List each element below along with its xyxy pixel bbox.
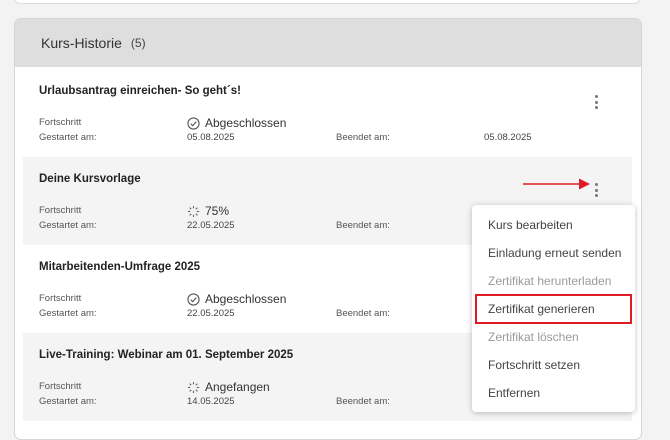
progress-status: 75% [187, 204, 229, 218]
menu-item-edit-course[interactable]: Kurs bearbeiten [488, 218, 573, 232]
started-label: Gestartet am: [39, 308, 97, 319]
started-date: 22.05.2025 [187, 308, 235, 319]
course-title: Mitarbeitenden-Umfrage 2025 [39, 261, 201, 273]
started-date: 22.05.2025 [187, 220, 235, 231]
started-label: Gestartet am: [39, 132, 97, 143]
ended-label: Beendet am: [336, 396, 390, 407]
course-title: Deine Kursvorlage [39, 173, 141, 185]
menu-item-remove[interactable]: Entfernen [488, 386, 540, 400]
ended-label: Beendet am: [336, 132, 390, 143]
progress-label: Fortschritt [39, 381, 82, 392]
spinner-icon [187, 205, 200, 217]
started-label: Gestartet am: [39, 220, 97, 231]
annotation-arrow-icon [523, 178, 590, 190]
course-title: Urlaubsantrag einreichen- So geht´s! [39, 85, 241, 97]
course-row: Urlaubsantrag einreichen- So geht´s! For… [23, 69, 632, 157]
status-text: Abgeschlossen [205, 116, 287, 130]
menu-item-set-progress[interactable]: Fortschritt setzen [488, 358, 580, 372]
started-date: 05.08.2025 [187, 132, 235, 143]
progress-status: Abgeschlossen [187, 292, 286, 306]
progress-label: Fortschritt [39, 205, 82, 216]
ended-date: 05.08.2025 [484, 132, 532, 143]
menu-item-download-certificate[interactable]: Zertifikat herunterladen [488, 274, 611, 288]
spinner-icon [187, 381, 200, 393]
menu-item-delete-certificate[interactable]: Zertifikat löschen [488, 330, 579, 344]
status-text: Angefangen [205, 380, 270, 394]
check-circle-icon [187, 292, 200, 306]
status-text: Abgeschlossen [205, 292, 287, 306]
status-text: 75% [205, 204, 230, 218]
previous-card [14, 0, 640, 4]
started-label: Gestartet am: [39, 396, 97, 407]
progress-label: Fortschritt [39, 293, 82, 304]
course-count: (5) [130, 36, 146, 50]
progress-label: Fortschritt [39, 117, 82, 128]
progress-status: Abgeschlossen [187, 116, 286, 130]
started-date: 14.05.2025 [187, 396, 235, 407]
check-circle-icon [187, 116, 200, 130]
progress-status: Angefangen [187, 380, 270, 394]
more-options-button[interactable] [591, 183, 601, 197]
more-options-button[interactable] [591, 95, 601, 109]
ended-label: Beendet am: [336, 308, 390, 319]
ended-label: Beendet am: [336, 220, 390, 231]
highlight-box [475, 294, 632, 324]
panel-header: Kurs-Historie (5) [15, 19, 641, 67]
course-title: Live-Training: Webinar am 01. September … [39, 349, 294, 361]
panel-title: Kurs-Historie [41, 35, 122, 51]
menu-item-resend-invite[interactable]: Einladung erneut senden [488, 246, 621, 260]
